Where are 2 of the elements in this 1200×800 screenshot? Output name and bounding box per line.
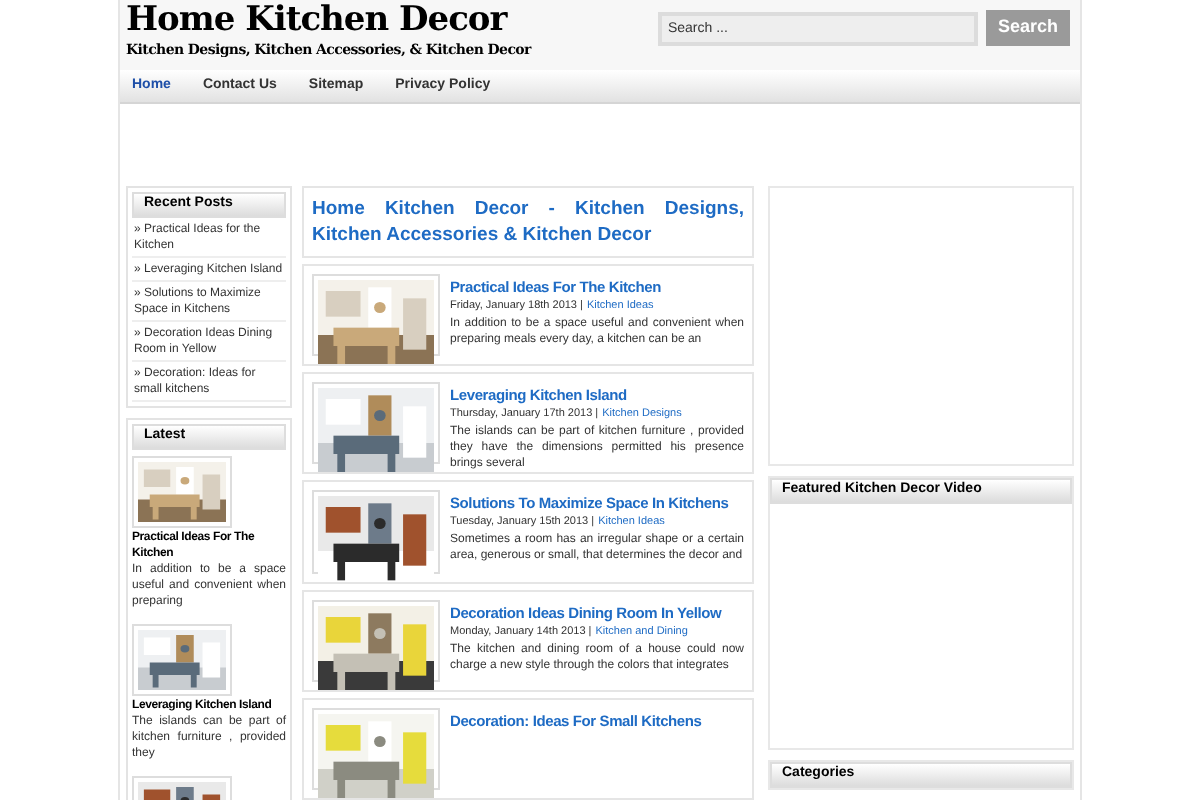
page-heading: Home Kitchen Decor - Kitchen Designs, Kitchen Accessories & Kitchen Decor <box>312 196 744 248</box>
site-title[interactable]: Home Kitchen Decor <box>126 2 531 40</box>
